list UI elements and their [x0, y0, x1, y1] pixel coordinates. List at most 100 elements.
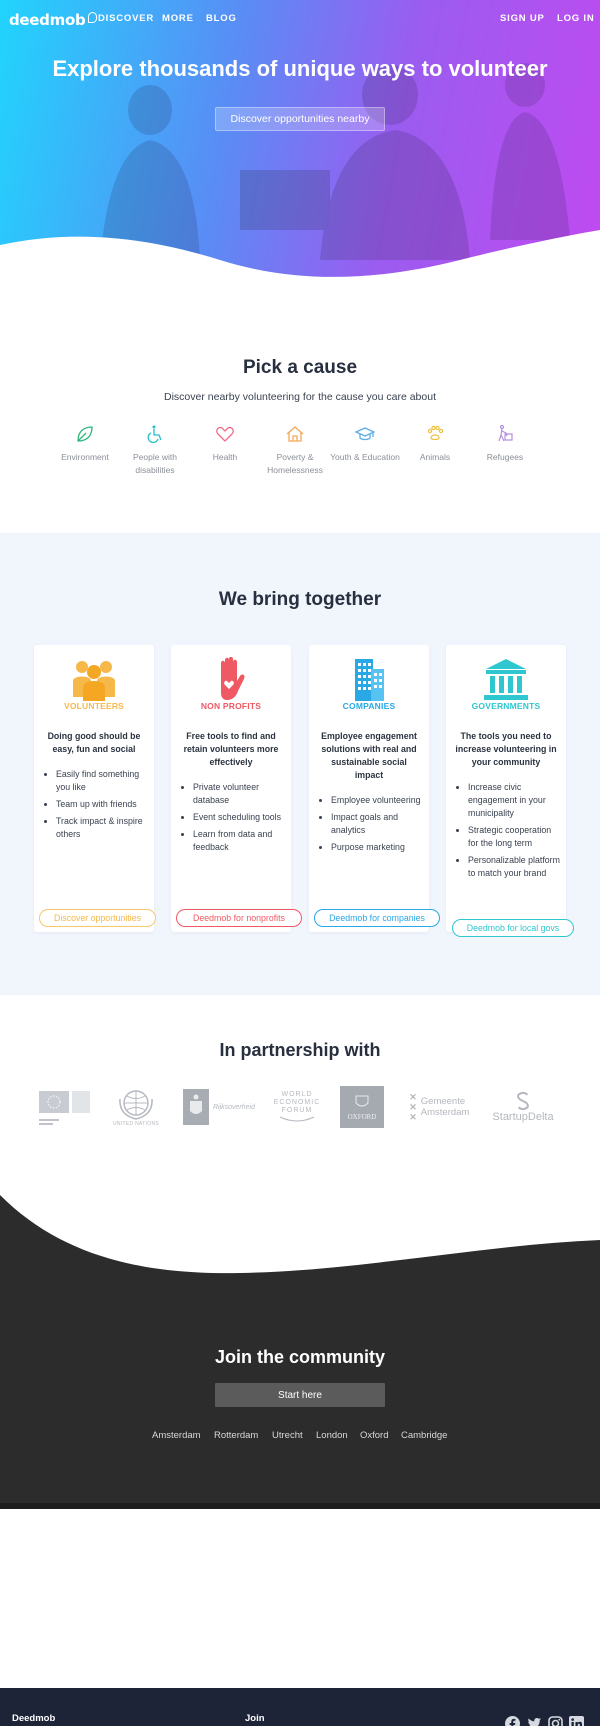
deedmob-logo[interactable]: deedmob: [9, 9, 98, 31]
card-lead: The tools you need to increase volunteer…: [455, 731, 557, 767]
page: deedmob DISCOVER MORE BLOG SIGN UP LOG I…: [0, 0, 600, 1726]
community-title: Join the community: [214, 1347, 385, 1367]
pick-cause-subtitle: Discover nearby volunteering for the cau…: [164, 391, 436, 403]
wef-logo-text: WORLD ECONOMIC FORUM: [273, 1091, 321, 1114]
amsterdam-xxx-icon: ✕ ✕ ✕: [409, 1092, 417, 1122]
hero: deedmob DISCOVER MORE BLOG SIGN UP LOG I…: [0, 0, 600, 290]
partners-title: In partnership with: [219, 1040, 381, 1060]
nav-more-link[interactable]: MORE: [162, 13, 194, 24]
cause-environment[interactable]: Environment: [45, 424, 125, 464]
card-feature-list: Private volunteer database Event schedul…: [193, 781, 285, 858]
bring-together-title: We bring together: [218, 589, 382, 610]
buildings-icon: [355, 659, 384, 701]
volunteers-card: VOLUNTEERS Doing good should be easy, fu…: [34, 645, 154, 932]
oxford-logo: OXFORD: [340, 1085, 384, 1129]
card-feature-list: Employee volunteering Impact goals and a…: [331, 794, 423, 858]
startupdelta-logo-text: StartupDelta: [492, 1111, 554, 1123]
footer-heading-join: Join: [245, 1713, 265, 1724]
list-item: Impact goals and analytics: [331, 811, 423, 837]
cause-label: Health: [212, 452, 238, 462]
house-icon: [286, 426, 304, 442]
card-heading: NON PROFITS: [200, 701, 262, 711]
world-economic-forum-logo: WORLD ECONOMIC FORUM: [268, 1085, 326, 1129]
card-lead: Employee engagement solutions with real …: [321, 731, 417, 780]
startupdelta-s-icon: [517, 1091, 529, 1111]
card-lead: Free tools to find and retain volunteers…: [183, 731, 279, 767]
wheelchair-icon: [147, 425, 162, 444]
startupdelta-logo: StartupDelta: [487, 1085, 559, 1129]
cause-poverty[interactable]: Poverty & Homelessness: [255, 424, 335, 476]
cause-disabilities[interactable]: People with disabilities: [115, 424, 195, 476]
cause-label: Poverty & Homelessness: [267, 452, 323, 475]
graduation-cap-icon: [355, 427, 375, 441]
european-commission-logo: [34, 1085, 94, 1129]
deedmob-companies-button[interactable]: Deedmob for companies: [314, 909, 440, 927]
companies-card: COMPANIES Employee engagement solutions …: [309, 645, 429, 932]
hero-title: Explore thousands of unique ways to volu…: [52, 56, 548, 81]
cause-label: Youth & Education: [330, 452, 400, 462]
cause-label: Animals: [419, 452, 451, 462]
list-item: Increase civic engagement in your munici…: [468, 781, 560, 820]
city-link-oxford[interactable]: Oxford: [360, 1430, 389, 1441]
card-heading: GOVERNMENTS: [471, 701, 541, 711]
facebook-icon[interactable]: [505, 1716, 520, 1726]
deedmob-local-govs-button[interactable]: Deedmob for local govs: [452, 919, 574, 937]
nav-discover-link[interactable]: DISCOVER: [98, 13, 154, 24]
city-link-london[interactable]: London: [316, 1430, 348, 1441]
sign-up-link[interactable]: SIGN UP: [500, 13, 545, 24]
european-commission-logo-mark: [39, 1091, 90, 1125]
city-link-utrecht[interactable]: Utrecht: [272, 1430, 303, 1441]
nav-blog-link[interactable]: BLOG: [206, 13, 237, 24]
government-building-icon: [484, 659, 528, 700]
discover-opportunities-button[interactable]: Discover opportunities: [39, 909, 156, 927]
card-feature-list: Increase civic engagement in your munici…: [468, 781, 560, 884]
logo-text: deedmob: [9, 11, 86, 29]
top-nav: deedmob DISCOVER MORE BLOG SIGN UP LOG I…: [0, 0, 600, 38]
rijksoverheid-logo: Rijksoverheid: [180, 1085, 258, 1129]
hero-wave-divider: [0, 230, 600, 290]
rijksoverheid-emblem: [182, 1089, 209, 1125]
pick-cause-title: Pick a cause: [242, 357, 358, 378]
deedmob-nonprofits-button[interactable]: Deedmob for nonprofits: [176, 909, 302, 927]
city-link-amsterdam[interactable]: Amsterdam: [152, 1430, 201, 1441]
cause-health[interactable]: Health: [185, 424, 265, 464]
log-in-link[interactable]: LOG IN: [557, 13, 595, 24]
volunteers-group-icon: [73, 661, 115, 701]
cause-animals[interactable]: Animals: [395, 424, 475, 464]
oxford-crest: [355, 1095, 369, 1106]
logo-speech-bubble-icon: [88, 11, 98, 23]
list-item: Learn from data and feedback: [193, 828, 285, 854]
amsterdam-logo-text: Gemeente Amsterdam: [420, 1096, 470, 1118]
leaf-icon: [77, 426, 93, 442]
wef-arc: [279, 1116, 315, 1122]
un-logo-text: UNITED NATIONS: [112, 1121, 160, 1127]
instagram-icon[interactable]: [548, 1716, 563, 1726]
un-emblem: [119, 1090, 153, 1120]
cause-label: Environment: [61, 452, 109, 462]
united-nations-logo: UNITED NATIONS: [110, 1085, 162, 1129]
cause-label: People with disabilities: [133, 452, 177, 475]
hand-heart-icon: [221, 657, 245, 700]
list-item: Purpose marketing: [331, 841, 423, 854]
discover-nearby-button[interactable]: Discover opportunities nearby: [215, 107, 385, 131]
city-link-rotterdam[interactable]: Rotterdam: [214, 1430, 258, 1441]
twitter-icon[interactable]: [527, 1716, 542, 1726]
list-item: Personalizable platform to match your br…: [468, 854, 560, 880]
city-link-cambridge[interactable]: Cambridge: [401, 1430, 447, 1441]
list-item: Track impact & inspire others: [56, 815, 148, 841]
gemeente-amsterdam-logo: ✕ ✕ ✕ Gemeente Amsterdam: [406, 1085, 478, 1129]
cause-youth-education[interactable]: Youth & Education: [325, 424, 405, 464]
cause-refugees[interactable]: Refugees: [465, 424, 545, 464]
start-here-button[interactable]: Start here: [215, 1383, 385, 1407]
refugee-icon: [498, 424, 513, 442]
footer-heading-deedmob: Deedmob: [12, 1713, 56, 1724]
list-item: Event scheduling tools: [193, 811, 285, 824]
linkedin-icon[interactable]: [569, 1716, 584, 1726]
list-item: Employee volunteering: [331, 794, 423, 807]
list-item: Team up with friends: [56, 798, 148, 811]
nonprofits-card: NON PROFITS Free tools to find and retai…: [171, 645, 291, 932]
oxford-logo-box: OXFORD: [340, 1086, 384, 1128]
card-heading: COMPANIES: [342, 701, 396, 711]
cause-label: Refugees: [486, 452, 524, 462]
heart-icon: [216, 426, 234, 442]
